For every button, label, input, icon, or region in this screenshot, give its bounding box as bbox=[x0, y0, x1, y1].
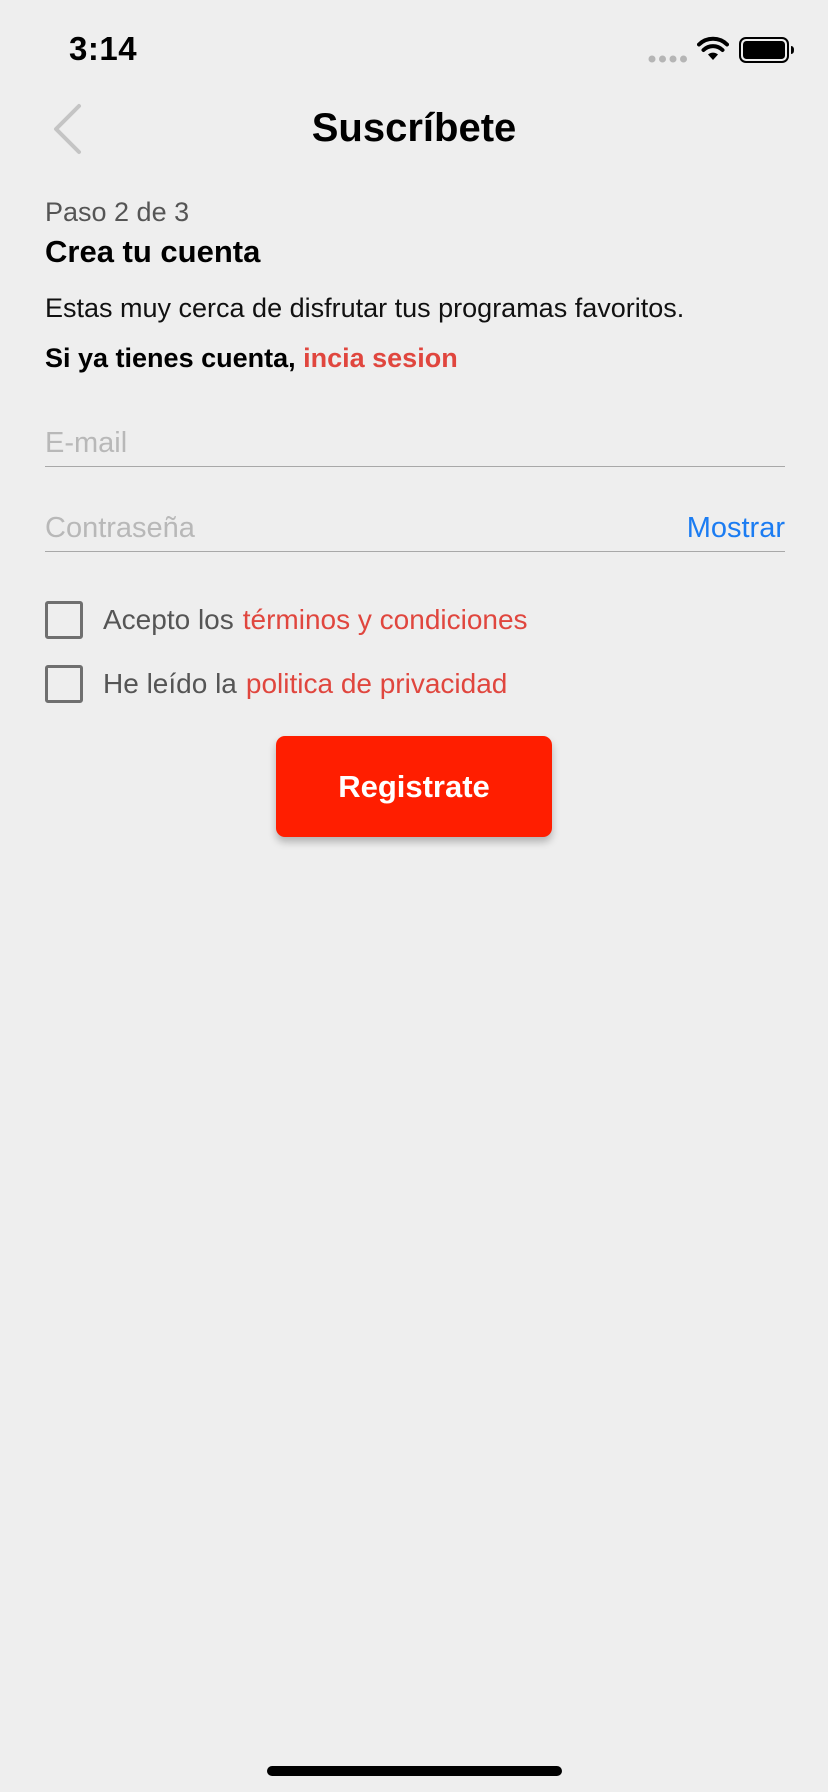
battery-icon bbox=[739, 37, 794, 63]
wifi-icon bbox=[697, 36, 729, 60]
form-title: Crea tu cuenta bbox=[45, 234, 261, 269]
status-bar: 3:14 bbox=[0, 0, 828, 100]
password-input[interactable] bbox=[45, 512, 645, 545]
privacy-checkbox[interactable] bbox=[45, 665, 83, 703]
intro-text: Estas muy cerca de disfrutar tus program… bbox=[45, 293, 685, 323]
signal-dots-icon bbox=[648, 55, 687, 63]
terms-link[interactable]: términos y condiciones bbox=[243, 604, 528, 636]
step-indicator: Paso 2 de 3 bbox=[45, 197, 190, 227]
password-field: Mostrar bbox=[45, 499, 785, 552]
privacy-link[interactable]: politica de privacidad bbox=[246, 668, 508, 700]
login-link[interactable]: incia sesion bbox=[303, 343, 458, 373]
email-field bbox=[45, 414, 785, 467]
login-prompt: Si ya tienes cuenta, incia sesion bbox=[45, 338, 785, 378]
home-indicator[interactable] bbox=[267, 1766, 562, 1776]
terms-row: Acepto los términos y condiciones bbox=[45, 596, 785, 644]
navigation-bar: Suscríbete bbox=[0, 88, 828, 168]
signup-form: Paso 2 de 3 Crea tu cuenta Estas muy cer… bbox=[45, 192, 785, 708]
terms-text: Acepto los bbox=[103, 604, 234, 635]
login-prompt-text: Si ya tienes cuenta, bbox=[45, 343, 296, 373]
show-password-button[interactable]: Mostrar bbox=[687, 512, 785, 545]
email-input[interactable] bbox=[45, 427, 645, 460]
terms-checkbox[interactable] bbox=[45, 601, 83, 639]
privacy-row: He leído la politica de privacidad bbox=[45, 660, 785, 708]
status-time: 3:14 bbox=[69, 30, 138, 67]
privacy-text: He leído la bbox=[103, 668, 237, 699]
register-button[interactable]: Registrate bbox=[276, 736, 552, 837]
page-title: Suscríbete bbox=[311, 106, 517, 150]
